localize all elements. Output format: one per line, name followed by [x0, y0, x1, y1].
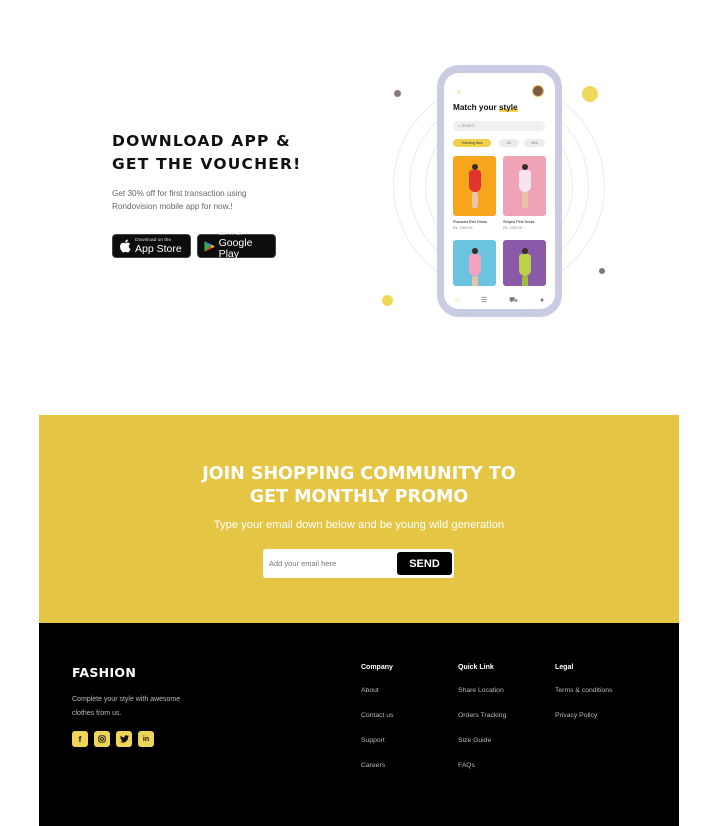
product-image-pink-dress: [503, 156, 546, 216]
decorative-dot: [394, 90, 401, 97]
download-desc-line2: Rondovision mobile app for now.!: [112, 201, 233, 211]
download-description: Get 30% off for first transaction using …: [112, 188, 272, 213]
twitter-glyph: [119, 735, 129, 743]
user-icon: ●: [539, 296, 545, 304]
promo-heading-line1: JOIN SHOPPING COMMUNITY TO: [202, 464, 516, 484]
linkedin-icon[interactable]: in: [138, 731, 154, 747]
phone-title-highlight: style: [498, 103, 518, 112]
product-image-red-dress: [453, 156, 496, 216]
phone-title: Match your style: [453, 103, 518, 112]
google-play-button[interactable]: GET IT ON Google Play: [197, 232, 276, 260]
footer-link-faqs[interactable]: FAQs: [458, 761, 506, 770]
google-play-text: GET IT ON Google Play: [219, 232, 269, 260]
product-name: Polcadot Red Dress: [453, 220, 487, 224]
email-subscribe-form: SEND: [263, 549, 454, 578]
product-image-blue: [453, 240, 496, 286]
footer-link-about[interactable]: About: [361, 686, 394, 695]
promo-subtitle: Type your email down below and be young …: [213, 519, 505, 531]
facebook-icon[interactable]: f: [72, 731, 88, 747]
cart-icon: ⛟: [509, 296, 518, 304]
footer-column-quick-link: Quick Link Share Location Orders Trackin…: [458, 664, 506, 786]
footer-link-support[interactable]: Support: [361, 736, 394, 745]
decorative-dot-yellow: [382, 295, 393, 306]
footer-column-title: Quick Link: [458, 664, 494, 671]
footer-link-privacy[interactable]: Privacy Policy: [555, 711, 612, 720]
phone-title-prefix: Match your: [453, 103, 499, 112]
footer-column-legal: Legal Terms & conditions Privacy Policy: [555, 664, 612, 736]
google-play-icon: [204, 240, 215, 252]
footer-link-contact[interactable]: Contact us: [361, 711, 394, 720]
footer-column-company: Company About Contact us Support Careers: [361, 664, 394, 786]
menu-icon: ≡: [457, 90, 461, 96]
apple-icon: [120, 239, 131, 253]
promo-heading-line2: GET MONTHLY PROMO: [249, 487, 469, 507]
footer-column-title: Company: [361, 664, 393, 671]
app-store-text: Download on the App Store: [135, 238, 182, 255]
google-play-big: Google Play: [218, 237, 253, 260]
instagram-icon[interactable]: [94, 731, 110, 747]
footer-column-title: Legal: [555, 664, 574, 671]
instagram-glyph: [98, 735, 106, 743]
app-store-big: App Store: [135, 242, 182, 255]
download-heading: DOWNLOAD APP & GET THE VOUCHER!: [112, 130, 312, 176]
footer-link-size-guide[interactable]: Size Guide: [458, 736, 506, 745]
email-input[interactable]: [267, 552, 395, 575]
product-name: Striped Pink Dress: [503, 220, 535, 224]
download-desc-line1: Get 30% off for first transaction using: [112, 189, 247, 198]
footer-link-share-location[interactable]: Share Location: [458, 686, 506, 695]
promo-section: JOIN SHOPPING COMMUNITY TO GET MONTHLY P…: [39, 415, 679, 623]
chip-all: All: [499, 139, 519, 147]
footer-link-orders-tracking[interactable]: Orders Tracking: [458, 711, 506, 720]
product-image-purple: [503, 240, 546, 286]
decorative-dot-small: [599, 268, 605, 274]
footer-brand: FASHION: [72, 665, 137, 680]
chip-trending: Trending Now: [453, 139, 491, 147]
phone-bottom-nav: ⌂ ☰ ⛟ ●: [444, 291, 555, 309]
phone-search-field: ⌕ Search: [453, 121, 545, 131]
avatar: [532, 85, 544, 97]
decorative-dot-yellow-large: [582, 86, 598, 102]
phone-search-placeholder: Search: [461, 123, 475, 128]
promo-heading: JOIN SHOPPING COMMUNITY TO GET MONTHLY P…: [39, 463, 679, 509]
product-price: Rs. 1400.00: [453, 226, 473, 230]
download-heading-line1: DOWNLOAD APP &: [112, 132, 291, 150]
home-icon: ⌂: [454, 296, 460, 304]
list-icon: ☰: [481, 297, 488, 304]
send-button[interactable]: SEND: [397, 552, 452, 575]
download-heading-line2: GET THE VOUCHER!: [112, 155, 302, 173]
social-links: f in: [72, 731, 154, 747]
twitter-icon[interactable]: [116, 731, 132, 747]
footer-desc-line2: clothes from us.: [72, 710, 122, 717]
footer-brand-description: Complete your style with awesome clothes…: [72, 693, 212, 721]
footer-link-terms[interactable]: Terms & conditions: [555, 686, 612, 695]
footer: FASHION Complete your style with awesome…: [39, 623, 679, 826]
footer-desc-line1: Complete your style with awesome: [72, 696, 181, 703]
app-store-button[interactable]: Download on the App Store: [112, 234, 191, 258]
chip-new: New: [524, 139, 545, 147]
footer-link-careers[interactable]: Careers: [361, 761, 394, 770]
product-price: Rs. 1200.00: [503, 226, 523, 230]
phone-screen: ≡ Match your style ⌕ Search Trending Now…: [444, 73, 555, 309]
